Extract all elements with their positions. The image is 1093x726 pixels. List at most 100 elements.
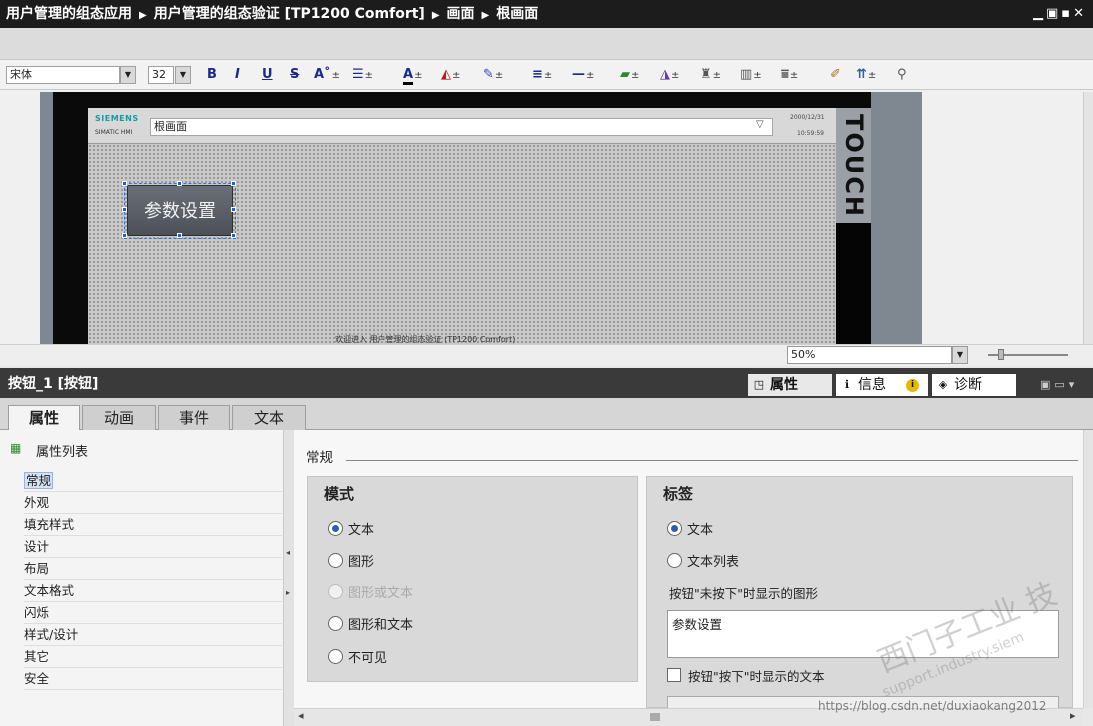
format-toolbar: 宋体 ▼ 32 ▼ B I U S A˚± ☰± A± ◭± ✎± ≡± —± …: [0, 60, 1093, 90]
radio-label: 文本: [348, 523, 375, 538]
dropdown-marker-icon: ±: [331, 70, 340, 81]
crumb-root-screen[interactable]: 根画面: [496, 6, 538, 22]
radio-label: 不可见: [348, 651, 388, 666]
pen-color-button[interactable]: ✎±: [483, 65, 503, 85]
layer-button[interactable]: ⇈±: [856, 65, 876, 85]
subtab-texts[interactable]: 文本: [232, 405, 306, 430]
menu-strip: [0, 28, 1093, 60]
property-item-text-format[interactable]: 文本格式: [24, 580, 282, 602]
property-item-fill-style[interactable]: 填充样式: [24, 514, 282, 536]
dropdown-marker-icon: ±: [789, 70, 799, 81]
align-objects-button[interactable]: ⩸±: [781, 65, 798, 85]
chevron-down-icon[interactable]: ▼: [175, 66, 191, 84]
shadow-button[interactable]: ◮±: [660, 65, 679, 85]
chevron-down-icon[interactable]: ▽: [756, 119, 764, 130]
superscript-button[interactable]: A˚±: [314, 65, 340, 85]
crumb-separator-icon: ▶: [481, 10, 490, 21]
property-item-flashing[interactable]: 闪烁: [24, 602, 282, 624]
radio-label: 文本列表: [687, 555, 740, 570]
property-item-layout[interactable]: 布局: [24, 558, 282, 580]
label-radio-text[interactable]: 文本: [667, 521, 713, 541]
parameter-settings-button[interactable]: 参数设置: [127, 185, 233, 236]
pen-icon: ✎: [483, 67, 494, 82]
arrange-icon: ♜: [700, 67, 712, 82]
panel-window-controls[interactable]: ▣▭▾: [1040, 378, 1078, 391]
shadow-icon: ◮: [660, 67, 670, 82]
resize-handle[interactable]: [122, 181, 127, 186]
resize-handle[interactable]: [177, 181, 182, 186]
underline-button[interactable]: U: [262, 65, 273, 85]
property-item-general[interactable]: 常规: [24, 470, 282, 492]
layer-icon: ⇈: [856, 67, 867, 82]
resize-handle[interactable]: [122, 207, 127, 212]
scroll-right-icon[interactable]: ▸: [1070, 709, 1076, 722]
radio-unchecked-icon: [328, 616, 343, 631]
line-style-icon: ≡: [532, 67, 543, 82]
subtab-animations[interactable]: 动画: [82, 405, 156, 430]
property-item-style-design[interactable]: 样式/设计: [24, 624, 282, 646]
resize-handle[interactable]: [231, 233, 236, 238]
font-size-select[interactable]: 32: [148, 66, 174, 84]
dropdown-marker-icon: ±: [712, 70, 722, 81]
expand-right-icon[interactable]: ▸: [286, 588, 290, 597]
resize-handle[interactable]: [231, 207, 236, 212]
line-width-icon: —: [572, 67, 585, 82]
fill-pattern-button[interactable]: ▰±: [620, 65, 639, 85]
chevron-down-icon[interactable]: ▼: [120, 66, 136, 84]
resize-handle[interactable]: [122, 233, 127, 238]
strikethrough-button[interactable]: S: [290, 65, 299, 85]
panel-splitter[interactable]: [284, 430, 294, 726]
dropdown-marker-icon: ±: [543, 70, 553, 81]
fill-color-button[interactable]: ◭±: [441, 65, 460, 85]
line-width-button[interactable]: —±: [572, 65, 594, 85]
mode-radio-graphic[interactable]: 图形: [328, 553, 374, 573]
superscript-label: A˚: [314, 67, 331, 82]
line-style-button[interactable]: ≡±: [532, 65, 552, 85]
format-painter-button[interactable]: ✐: [830, 65, 841, 85]
radio-label: 文本: [687, 523, 714, 538]
subtab-events[interactable]: 事件: [158, 405, 230, 430]
radio-label: 图形: [348, 555, 375, 570]
property-item-appearance[interactable]: 外观: [24, 492, 282, 514]
resize-handle[interactable]: [231, 181, 236, 186]
property-item-security[interactable]: 安全: [24, 668, 282, 690]
arrange-button[interactable]: ♜±: [700, 65, 721, 85]
font-family-select[interactable]: 宋体: [6, 66, 120, 84]
radio-label: 图形或文本: [348, 586, 414, 601]
property-item-label: 常规: [24, 472, 54, 489]
align-icon: ☰: [352, 67, 364, 82]
scroll-left-icon[interactable]: ◂: [298, 709, 304, 722]
distribute-button[interactable]: ▥±: [740, 65, 762, 85]
bold-button[interactable]: B: [207, 65, 217, 85]
pressed-text-checkbox[interactable]: [667, 668, 681, 682]
window-controls[interactable]: ▁▣▪✕: [1033, 0, 1087, 28]
section-title: 常规: [306, 450, 333, 466]
resize-handle[interactable]: [177, 233, 182, 238]
crumb-project[interactable]: 用户管理的组态应用: [6, 6, 132, 22]
property-item-misc[interactable]: 其它: [24, 646, 282, 668]
align-button[interactable]: ☰±: [352, 65, 373, 85]
inspector-vertical-scrollbar[interactable]: [1083, 430, 1093, 708]
zoom-slider-thumb[interactable]: [998, 349, 1004, 360]
mode-radio-graphic-and-text[interactable]: 图形和文本: [328, 616, 413, 636]
crumb-device[interactable]: 用户管理的组态验证 [TP1200 Comfort]: [154, 6, 425, 22]
mode-radio-invisible[interactable]: 不可见: [328, 649, 387, 669]
editor-vertical-scrollbar[interactable]: [1083, 92, 1093, 344]
subtab-properties[interactable]: 属性: [8, 405, 80, 431]
crumb-screens[interactable]: 画面: [447, 6, 475, 22]
collapse-left-icon[interactable]: ◂: [286, 548, 290, 557]
tab-diagnostics[interactable]: ◈ 诊断: [932, 374, 1016, 396]
text-color-button[interactable]: A±: [403, 65, 422, 85]
chevron-down-icon[interactable]: ▼: [952, 346, 968, 364]
mode-radio-text[interactable]: 文本: [328, 521, 374, 541]
zoom-select[interactable]: 50%: [787, 346, 952, 364]
screen-name-field[interactable]: 根画面: [150, 118, 773, 136]
label-radio-text-list[interactable]: 文本列表: [667, 553, 739, 573]
tab-properties[interactable]: ◳ 属性: [748, 374, 832, 396]
dropdown-marker-icon: ±: [364, 70, 374, 81]
italic-button[interactable]: I: [235, 65, 240, 85]
scrollbar-thumb[interactable]: [650, 713, 660, 721]
dropdown-marker-icon: ±: [586, 70, 595, 81]
property-item-design[interactable]: 设计: [24, 536, 282, 558]
zoom-tool-button[interactable]: ⚲: [897, 65, 907, 85]
